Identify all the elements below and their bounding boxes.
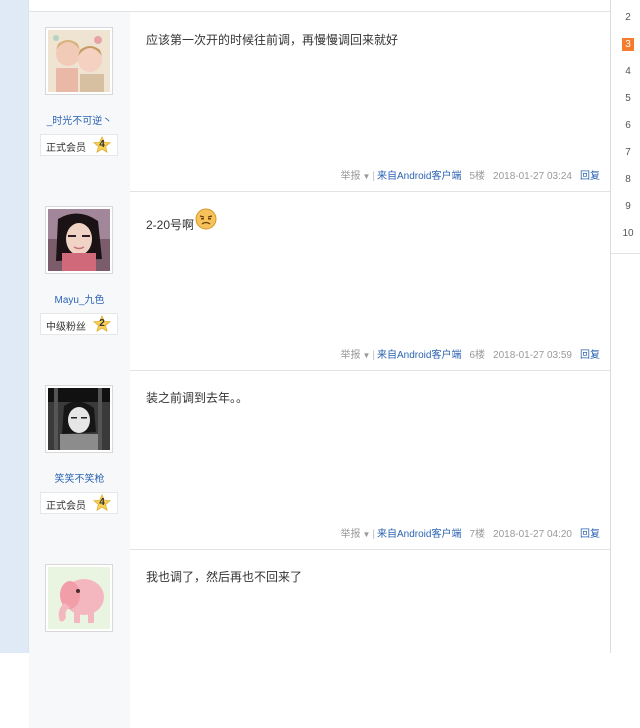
member-badge[interactable]: 正式会员 4 — [40, 134, 118, 156]
anime-girl-avatar-icon — [48, 30, 110, 92]
author-column: Mayu_九色 中级粉丝 2 — [29, 191, 130, 370]
report-link[interactable]: 举报 ▼ — [340, 350, 370, 361]
author-name[interactable]: _时光不可逆丶 — [29, 112, 130, 127]
post-floor-6: Mayu_九色 中级粉丝 2 2-20号啊 举报 ▼ | 来自Android客户端 6楼… — [29, 191, 610, 371]
post-floor-5: _时光不可逆丶 正式会员 4 应该第一次开的时候往前调，再慢慢调回来就好 举报 ▼… — [29, 12, 610, 192]
badge-title: 正式会员 — [46, 143, 86, 154]
pink-elephant-avatar-icon — [48, 567, 110, 629]
caret-down-icon: ▼ — [362, 530, 371, 539]
badge-level: 4 — [99, 139, 105, 150]
post-content: 应该第一次开的时候往前调，再慢慢调回来就好 — [146, 31, 398, 48]
member-badge[interactable]: 正式会员 4 — [40, 492, 118, 514]
floor-number: 6楼 — [469, 350, 486, 361]
post-floor-8: 我也调了，然后再也不回来了 — [29, 549, 610, 728]
post-time: 2018-01-27 04:20 — [493, 529, 572, 540]
author-name[interactable]: Mayu_九色 — [29, 291, 130, 306]
author-name[interactable]: 笑笑不笑枪 — [29, 470, 130, 485]
left-background-strip — [0, 0, 28, 653]
page-item-2[interactable]: 2 — [622, 11, 634, 24]
post-meta: 举报 ▼ | 来自Android客户端 7楼 2018-01-27 04:20 回复 — [340, 525, 600, 540]
bw-photo-avatar-icon — [48, 388, 110, 450]
separator: | — [372, 171, 375, 182]
separator: | — [372, 529, 375, 540]
separator: | — [372, 350, 375, 361]
reply-link[interactable]: 回复 — [580, 350, 600, 361]
post-text: 2-20号啊 — [146, 218, 195, 232]
page-item-10[interactable]: 10 — [619, 227, 637, 240]
avatar[interactable] — [45, 564, 113, 632]
avatar[interactable] — [45, 27, 113, 95]
page-item-8[interactable]: 8 — [622, 173, 634, 186]
report-label: 举报 — [340, 171, 361, 182]
post-floor-7: 笑笑不笑枪 正式会员 4 装之前调到去年。。 举报 ▼ | 来自Android客户端 7… — [29, 370, 610, 550]
page-item-9[interactable]: 9 — [622, 200, 634, 213]
post-content: 装之前调到去年。。 — [146, 389, 248, 406]
floor-number: 5楼 — [469, 171, 486, 182]
girl-photo-avatar-icon — [48, 209, 110, 271]
reply-link[interactable]: 回复 — [580, 529, 600, 540]
report-link[interactable]: 举报 ▼ — [340, 529, 370, 540]
post-text: 应该第一次开的时候往前调，再慢慢调回来就好 — [146, 33, 399, 47]
badge-title: 中级粉丝 — [46, 322, 86, 333]
floor-pager: 2 3 4 5 6 7 8 9 10 — [611, 0, 640, 254]
caret-down-icon: ▼ — [362, 351, 371, 360]
page-item-4[interactable]: 4 — [622, 65, 634, 78]
author-column — [29, 549, 130, 728]
post-meta: 举报 ▼ | 来自Android客户端 6楼 2018-01-27 03:59 回复 — [340, 346, 600, 361]
avatar[interactable] — [45, 206, 113, 274]
post-text: 装之前调到去年。。 — [146, 391, 249, 405]
badge-level: 2 — [99, 318, 105, 329]
post-meta: 举报 ▼ | 来自Android客户端 5楼 2018-01-27 03:24 回复 — [340, 167, 600, 182]
pouting-face-icon — [195, 208, 217, 230]
report-label: 举报 — [340, 350, 361, 361]
page-item-7[interactable]: 7 — [622, 146, 634, 159]
post-text: 我也调了，然后再也不回来了 — [146, 570, 303, 584]
author-column: 笑笑不笑枪 正式会员 4 — [29, 370, 130, 549]
page-item-5[interactable]: 5 — [622, 92, 634, 105]
badge-title: 正式会员 — [46, 501, 86, 512]
badge-level: 4 — [99, 497, 105, 508]
member-badge[interactable]: 中级粉丝 2 — [40, 313, 118, 335]
avatar[interactable] — [45, 385, 113, 453]
level-star-icon: 4 — [93, 136, 111, 154]
client-link[interactable]: 来自Android客户端 — [377, 529, 461, 540]
post-time: 2018-01-27 03:59 — [493, 350, 572, 361]
page-item-3[interactable]: 3 — [622, 38, 634, 51]
client-link[interactable]: 来自Android客户端 — [377, 350, 461, 361]
page-item-6[interactable]: 6 — [622, 119, 634, 132]
reply-link[interactable]: 回复 — [580, 171, 600, 182]
post-content: 我也调了，然后再也不回来了 — [146, 568, 302, 585]
client-link[interactable]: 来自Android客户端 — [377, 171, 461, 182]
report-label: 举报 — [340, 529, 361, 540]
post-time: 2018-01-27 03:24 — [493, 171, 572, 182]
report-link[interactable]: 举报 ▼ — [340, 171, 370, 182]
floor-number: 7楼 — [469, 529, 486, 540]
level-star-icon: 2 — [93, 315, 111, 333]
level-star-icon: 4 — [93, 494, 111, 512]
author-column: _时光不可逆丶 正式会员 4 — [29, 12, 130, 191]
post-content: 2-20号啊 — [146, 208, 217, 233]
caret-down-icon: ▼ — [362, 172, 371, 181]
